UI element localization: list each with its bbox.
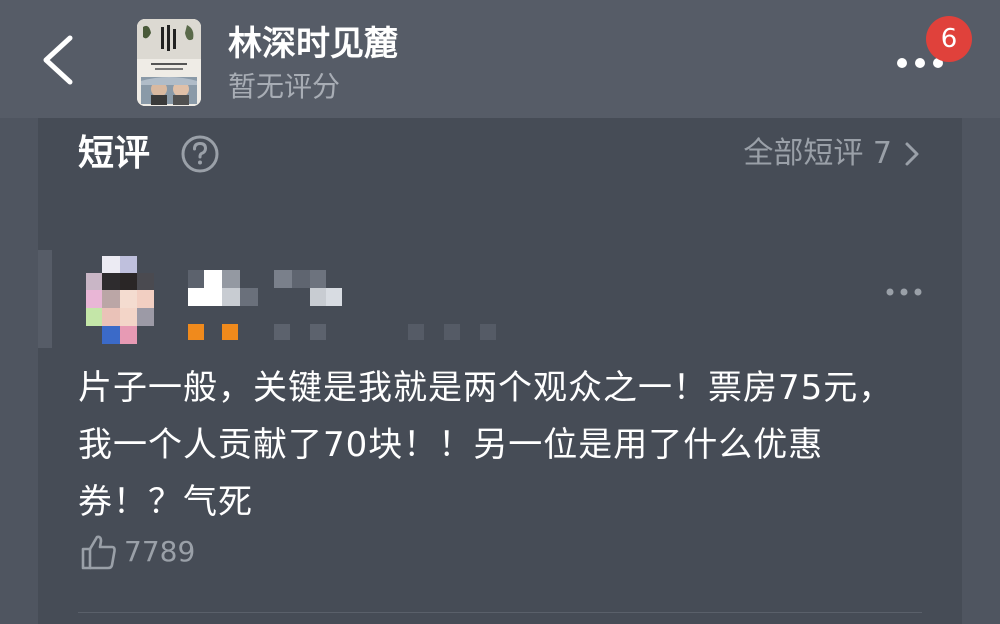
chevron-right-icon xyxy=(905,142,919,166)
movie-poster[interactable] xyxy=(137,19,201,106)
all-reviews-label: 全部短评 7 xyxy=(743,136,892,171)
avatar[interactable] xyxy=(86,256,154,344)
movie-title: 林深时见麓 xyxy=(228,24,398,64)
comment-text: 片子一般，关键是我就是两个观众之一！票房75元，我一个人贡献了70块！！另一位是… xyxy=(78,368,894,522)
username-redacted[interactable] xyxy=(188,270,348,310)
movie-rating: 暂无评分 xyxy=(228,70,341,103)
notification-badge: 6 xyxy=(926,16,972,62)
section-title: 短评 xyxy=(78,133,151,174)
thumbs-up-icon xyxy=(81,535,116,570)
side-handle xyxy=(38,250,52,348)
divider xyxy=(78,612,922,613)
chevron-left-icon[interactable] xyxy=(30,28,86,92)
all-reviews-link[interactable]: 全部短评 7 xyxy=(743,134,920,174)
user-badges-redacted xyxy=(188,324,496,340)
movie-review-page: 林深时见麓 暂无评分 6 短评 全部短评 7 片子一般，关键是我就是两个观众之一… xyxy=(0,0,1000,624)
question-circle-icon[interactable] xyxy=(180,134,220,174)
top-header-bar: 林深时见麓 暂无评分 6 xyxy=(0,0,1000,118)
more-dots-icon[interactable] xyxy=(884,285,924,299)
like-button[interactable]: 7789 xyxy=(80,532,195,572)
like-count: 7789 xyxy=(124,535,196,568)
